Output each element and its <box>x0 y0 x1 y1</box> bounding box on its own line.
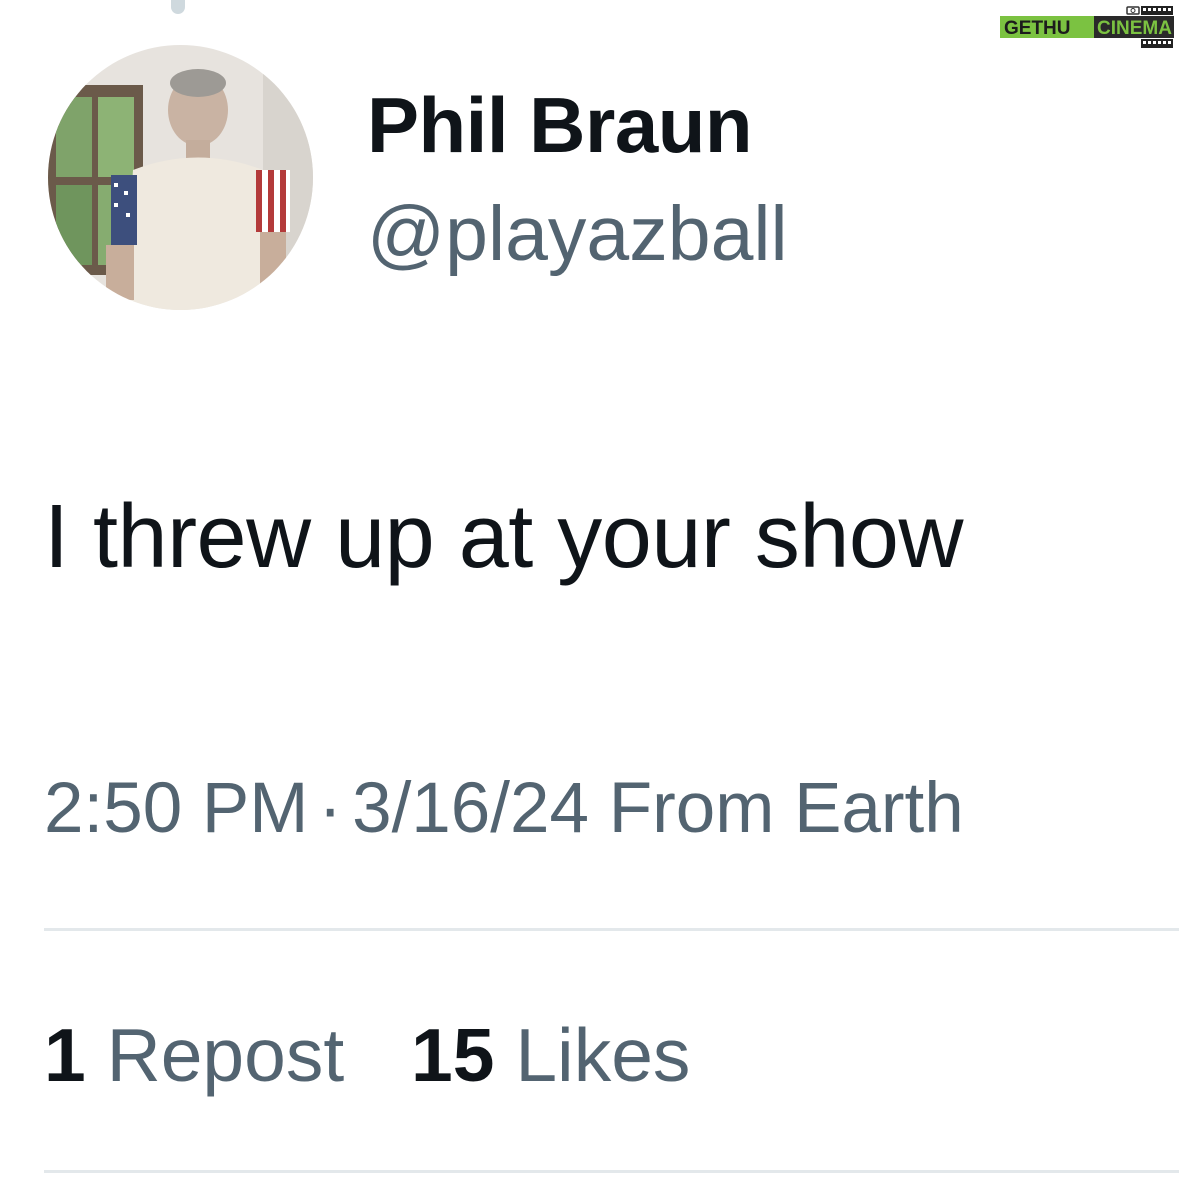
post-date[interactable]: 3/16/24 <box>352 769 589 848</box>
divider <box>44 1170 1179 1173</box>
divider <box>44 928 1179 931</box>
stat-likes[interactable]: 15 Likes <box>411 1012 690 1098</box>
avatar[interactable] <box>48 45 313 310</box>
watermark-part2: CINEMA <box>1097 18 1172 39</box>
post-meta: 2:50 PM · 3/16/24 From Earth <box>44 768 964 849</box>
meta-separator: · <box>318 769 343 848</box>
watermark-logo: GETHU CINEMA <box>1000 4 1176 50</box>
post-text: I threw up at your show <box>44 487 963 587</box>
post-source: From Earth <box>608 769 964 848</box>
post-time[interactable]: 2:50 PM <box>44 769 308 848</box>
like-label: Likes <box>515 1013 691 1097</box>
author-handle[interactable]: @playazball <box>367 190 788 279</box>
engagement-stats: 1 Repost 15 Likes <box>44 1012 690 1098</box>
watermark-part1: GETHU <box>1004 18 1071 39</box>
repost-count: 1 <box>44 1013 86 1097</box>
stat-reposts[interactable]: 1 Repost <box>44 1012 344 1098</box>
author-display-name[interactable]: Phil Braun <box>367 80 753 171</box>
thread-connector-line <box>171 0 185 14</box>
avatar-photo <box>48 45 313 310</box>
like-count: 15 <box>411 1013 495 1097</box>
repost-label: Repost <box>106 1013 345 1097</box>
